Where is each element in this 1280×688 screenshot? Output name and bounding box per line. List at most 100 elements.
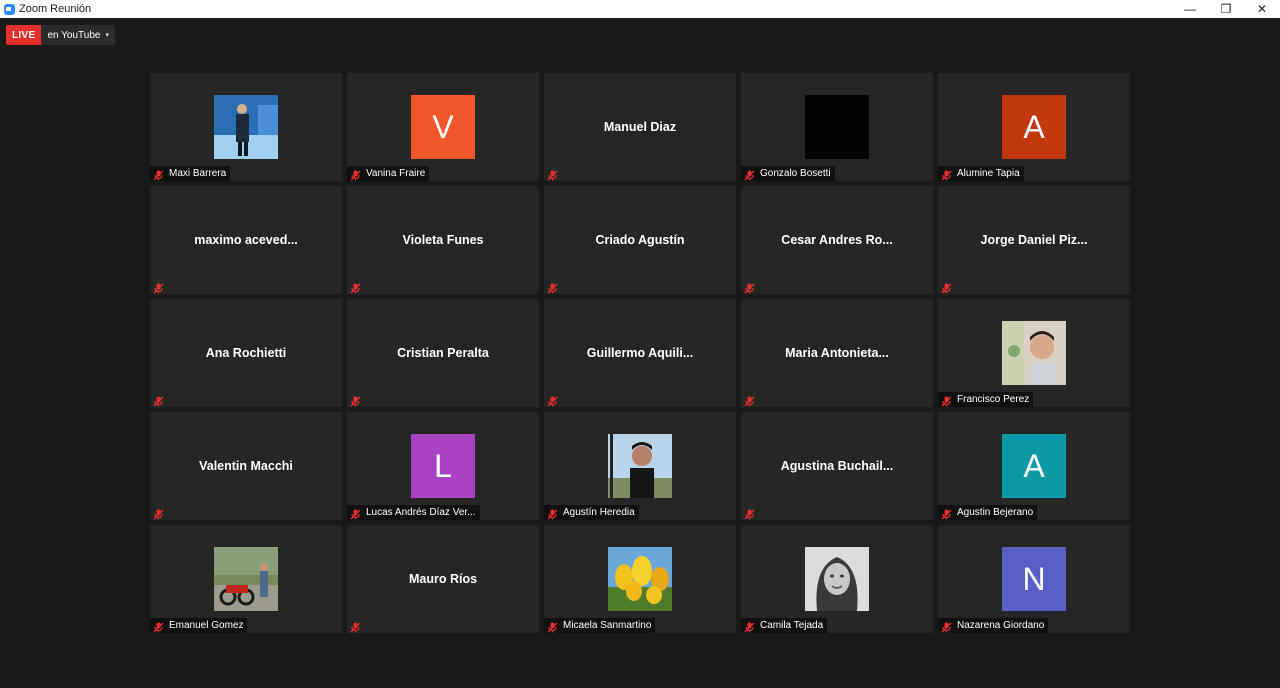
participant-tile-criado-agustin[interactable]: Criado Agustín (544, 186, 736, 294)
participant-video-area: A (938, 412, 1130, 520)
participant-tile-violeta-funes[interactable]: Violeta Funes (347, 186, 539, 294)
participant-tile-francisco-perez[interactable]: Francisco Perez (938, 299, 1130, 407)
microphone-muted-icon (941, 281, 952, 294)
participant-tile-camila-tejada[interactable]: Camila Tejada (741, 525, 933, 633)
participant-tile-maximo-aceved[interactable]: maximo aceved... (150, 186, 342, 294)
participant-tile-alumine-tapia[interactable]: A Alumine Tapia (938, 73, 1130, 181)
window-title: Zoom Reunión (19, 3, 92, 15)
microphone-muted-icon (350, 507, 361, 520)
participant-video-area: Valentin Macchi (150, 412, 342, 520)
microphone-muted-icon (941, 168, 952, 181)
live-destination-dropdown[interactable]: en YouTube ▾ (41, 25, 115, 45)
participant-name-bar (347, 279, 370, 294)
participant-tile-agustin-bejerano[interactable]: A Agustin Bejerano (938, 412, 1130, 520)
microphone-muted-icon (744, 281, 755, 294)
microphone-muted-icon (350, 394, 361, 407)
participant-name-bar (544, 166, 567, 181)
participant-name-bar (150, 505, 173, 520)
participant-display-name: Agustina Buchail... (780, 459, 894, 473)
participant-profile-photo (608, 547, 672, 611)
microphone-muted-icon (744, 394, 755, 407)
participant-tile-nazarena-giordano[interactable]: N Nazarena Giordano (938, 525, 1130, 633)
participant-avatar: A (1002, 434, 1066, 498)
participant-tile-guillermo-aquili[interactable]: Guillermo Aquili... (544, 299, 736, 407)
participant-display-name: Ana Rochietti (205, 346, 287, 360)
participant-display-name: Valentin Macchi (199, 459, 293, 473)
participant-video-area: Maria Antonieta... (741, 299, 933, 407)
participant-name-bar (938, 279, 961, 294)
gallery-grid: Maxi Barrera V Vanina Fraire Manuel Diaz Gon… (150, 73, 1130, 633)
participant-tile-cesar-andres[interactable]: Cesar Andres Ro... (741, 186, 933, 294)
participant-tile-micaela-sanmartino[interactable]: Micaela Sanmartino (544, 525, 736, 633)
participant-tile-vanina-fraire[interactable]: V Vanina Fraire (347, 73, 539, 181)
participant-video-area: Violeta Funes (347, 186, 539, 294)
participant-tile-jorge-daniel[interactable]: Jorge Daniel Piz... (938, 186, 1130, 294)
participant-name-bar: Lucas Andrés Díaz Ver... (347, 505, 480, 520)
microphone-muted-icon (547, 507, 558, 520)
participant-avatar: L (411, 434, 475, 498)
microphone-muted-icon (350, 620, 361, 633)
participant-name-label: Micaela Sanmartino (563, 620, 652, 631)
participant-display-name: Guillermo Aquili... (586, 346, 694, 360)
participant-video-area: Mauro Ríos (347, 525, 539, 633)
participant-display-name: Maria Antonieta... (785, 346, 889, 360)
microphone-muted-icon (941, 507, 952, 520)
window-controls: — ❐ ✕ (1172, 0, 1280, 18)
participant-name-bar (544, 279, 567, 294)
participant-profile-photo (805, 547, 869, 611)
participant-display-name: Cesar Andres Ro... (781, 233, 893, 247)
participant-tile-manuel-diaz[interactable]: Manuel Diaz (544, 73, 736, 181)
participant-name-label: Lucas Andrés Díaz Ver... (366, 507, 476, 518)
participant-tile-ana-rochietti[interactable]: Ana Rochietti (150, 299, 342, 407)
participant-name-label: Alumine Tapia (957, 168, 1020, 179)
microphone-muted-icon (153, 394, 164, 407)
live-destination-label: en YouTube (47, 29, 101, 41)
participant-name-bar: Agustin Bejerano (938, 505, 1038, 520)
participant-video-area: N (938, 525, 1130, 633)
participant-tile-valentin-macchi[interactable]: Valentin Macchi (150, 412, 342, 520)
minimize-button[interactable]: — (1172, 0, 1208, 18)
participant-name-bar: Gonzalo Bosetti (741, 166, 835, 181)
microphone-muted-icon (547, 281, 558, 294)
participant-video-area (150, 525, 342, 633)
chevron-down-icon: ▾ (105, 32, 109, 39)
participant-video-area: Cesar Andres Ro... (741, 186, 933, 294)
participant-video-area (741, 73, 933, 181)
participant-name-bar (741, 392, 764, 407)
participant-name-bar: Agustín Heredia (544, 505, 639, 520)
participant-video-area: V (347, 73, 539, 181)
live-stream-indicator[interactable]: LIVE en YouTube ▾ (6, 25, 115, 45)
participant-video-area: L (347, 412, 539, 520)
participant-name-bar: Camila Tejada (741, 618, 828, 633)
participant-tile-cristian-peralta[interactable]: Cristian Peralta (347, 299, 539, 407)
participant-avatar: V (411, 95, 475, 159)
participant-tile-emanuel-gomez[interactable]: Emanuel Gomez (150, 525, 342, 633)
microphone-muted-icon (350, 281, 361, 294)
participant-video-area (938, 299, 1130, 407)
participant-profile-photo (805, 95, 869, 159)
participant-tile-agustina-buchail[interactable]: Agustina Buchail... (741, 412, 933, 520)
participant-name-label: Agustín Heredia (563, 507, 635, 518)
participant-tile-maria-antonieta[interactable]: Maria Antonieta... (741, 299, 933, 407)
participant-display-name: Cristian Peralta (397, 346, 489, 360)
participant-name-label: Vanina Fraire (366, 168, 426, 179)
close-button[interactable]: ✕ (1244, 0, 1280, 18)
participant-tile-maxi-barrera[interactable]: Maxi Barrera (150, 73, 342, 181)
participant-tile-agustin-heredia[interactable]: Agustín Heredia (544, 412, 736, 520)
microphone-muted-icon (153, 281, 164, 294)
participant-tile-mauro-rios[interactable]: Mauro Ríos (347, 525, 539, 633)
participant-tile-gonzalo-bosetti[interactable]: Gonzalo Bosetti (741, 73, 933, 181)
participant-name-bar (741, 505, 764, 520)
participant-name-bar: Nazarena Giordano (938, 618, 1049, 633)
participant-video-area: Agustina Buchail... (741, 412, 933, 520)
microphone-muted-icon (153, 168, 164, 181)
participant-profile-photo (214, 95, 278, 159)
participant-name-bar: Emanuel Gomez (150, 618, 248, 633)
microphone-muted-icon (547, 620, 558, 633)
participant-name-label: Emanuel Gomez (169, 620, 244, 631)
participant-video-area (544, 412, 736, 520)
participant-name-label: Nazarena Giordano (957, 620, 1045, 631)
participant-name-bar: Alumine Tapia (938, 166, 1024, 181)
participant-tile-lucas-andres[interactable]: L Lucas Andrés Díaz Ver... (347, 412, 539, 520)
restore-button[interactable]: ❐ (1208, 0, 1244, 18)
